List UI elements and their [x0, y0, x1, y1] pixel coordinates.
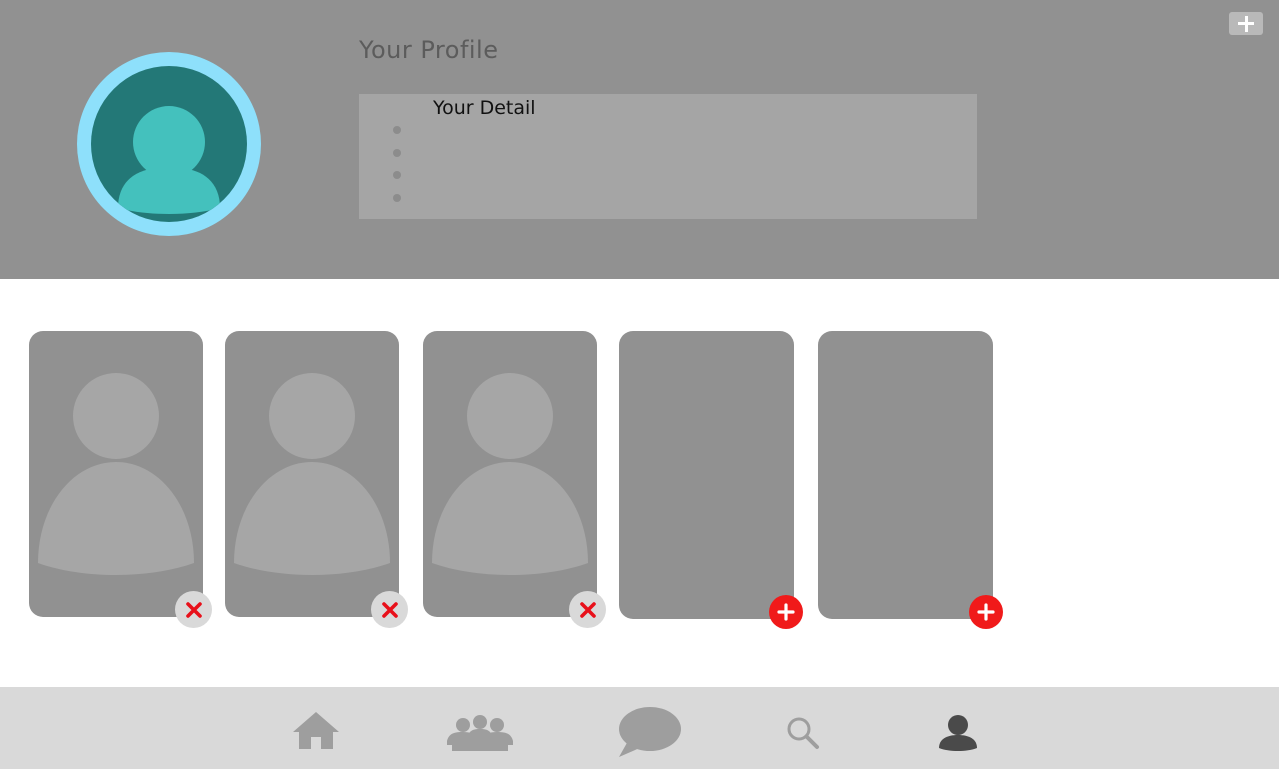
person-placeholder-icon	[432, 373, 588, 575]
detail-bullet	[393, 148, 401, 157]
search-icon	[787, 717, 819, 749]
add-photo-button-1[interactable]	[769, 595, 803, 629]
nav-home[interactable]	[293, 711, 339, 753]
remove-photo-button-3[interactable]	[569, 591, 606, 628]
person-placeholder-icon	[234, 373, 390, 575]
detail-bullet	[393, 126, 401, 134]
remove-photo-button-1[interactable]	[175, 591, 212, 628]
home-icon	[293, 712, 339, 749]
profile-icon	[939, 715, 977, 751]
close-icon	[381, 601, 398, 618]
chat-icon	[619, 707, 681, 757]
nav-search[interactable]	[786, 716, 820, 754]
person-placeholder-icon	[38, 373, 194, 575]
photo-slot-3[interactable]	[423, 331, 597, 617]
photo-slot-2[interactable]	[225, 331, 399, 617]
photo-grid	[0, 279, 1279, 687]
detail-panel: Your Detail	[359, 94, 977, 219]
avatar-circle	[91, 66, 247, 222]
plus-icon	[777, 603, 795, 621]
profile-avatar[interactable]	[77, 52, 261, 236]
bottom-nav	[0, 687, 1279, 769]
page-title: Your Profile	[359, 36, 499, 64]
add-button[interactable]	[1229, 12, 1263, 35]
detail-bullet	[393, 193, 401, 202]
nav-chat[interactable]	[618, 705, 682, 763]
nav-people[interactable]	[445, 715, 515, 757]
detail-list	[393, 126, 401, 216]
remove-photo-button-2[interactable]	[371, 591, 408, 628]
plus-icon	[977, 603, 995, 621]
detail-bullet	[393, 171, 401, 179]
close-icon	[185, 601, 202, 618]
photo-slot-4[interactable]	[619, 331, 794, 619]
detail-title: Your Detail	[433, 97, 536, 119]
close-icon	[579, 601, 596, 618]
add-photo-button-2[interactable]	[969, 595, 1003, 629]
nav-profile[interactable]	[937, 715, 979, 757]
person-avatar-icon	[118, 106, 220, 214]
people-icon	[447, 715, 513, 751]
photo-slot-1[interactable]	[29, 331, 203, 617]
profile-header: Your Profile Your Detail	[0, 0, 1279, 279]
photo-slot-5[interactable]	[818, 331, 993, 619]
